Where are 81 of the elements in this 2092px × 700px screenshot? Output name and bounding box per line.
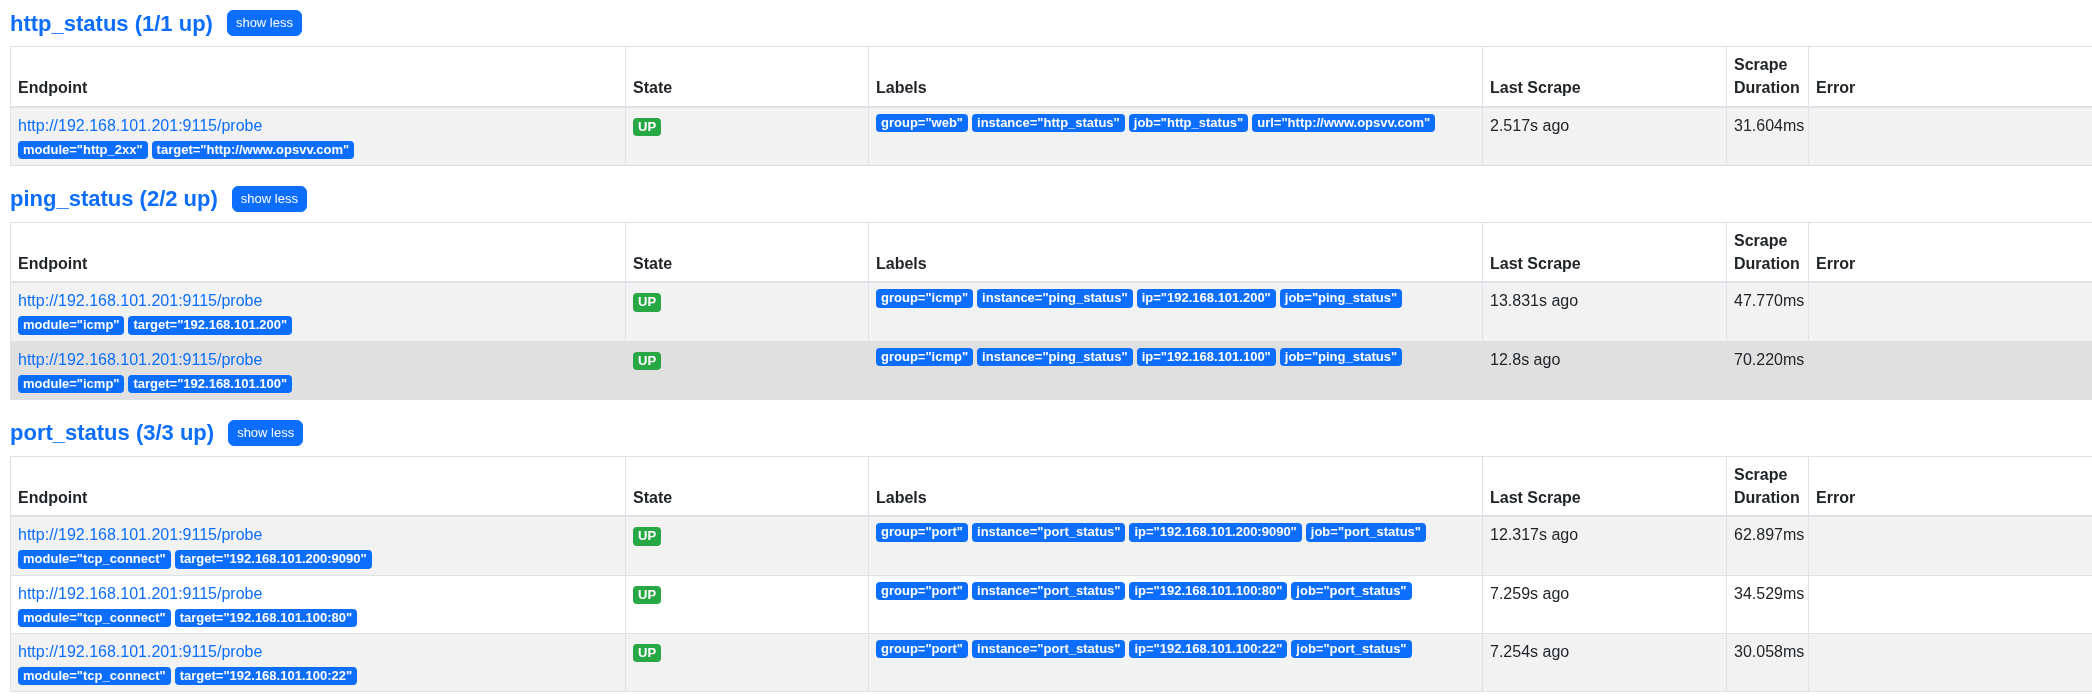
- column-header: Scrape Duration: [1726, 46, 1809, 107]
- label-tag: target="http://www.opsvv.com": [151, 140, 355, 159]
- label-tag: url="http://www.opsvv.com": [1252, 113, 1436, 132]
- table-cell: 7.254s ago: [1482, 633, 1727, 692]
- label-tag: ip="192.168.101.100:22": [1129, 640, 1288, 659]
- column-header: Endpoint: [10, 456, 626, 517]
- show-less-button[interactable]: show less: [228, 420, 304, 446]
- label-tag: module="icmp": [18, 374, 125, 393]
- label-tag: ip="192.168.101.200:9090": [1129, 523, 1302, 542]
- column-header: Scrape Duration: [1726, 456, 1809, 517]
- label-tag: instance="port_status": [972, 523, 1126, 542]
- label-tag: target="192.168.101.100:80": [174, 608, 358, 627]
- column-header: State: [625, 456, 869, 517]
- column-header: State: [625, 222, 869, 283]
- column-header: Labels: [868, 456, 1483, 517]
- state-tag: UP: [633, 585, 662, 604]
- label-tag: group="icmp": [876, 347, 974, 366]
- table-cell: 31.604ms: [1726, 106, 1809, 166]
- table-cell: 12.8s ago: [1482, 341, 1727, 400]
- table-cell: 70.220ms: [1726, 341, 1809, 400]
- label-tag: instance="http_status": [972, 113, 1125, 132]
- label-tag: module="http_2xx": [18, 140, 148, 159]
- label-tag: group="port": [876, 640, 968, 659]
- label-tag: ip="192.168.101.100:80": [1129, 581, 1288, 600]
- label-tag: instance="port_status": [972, 640, 1126, 659]
- label-tag: job="port_status": [1291, 640, 1412, 659]
- endpoint-link[interactable]: http://192.168.101.201:9115/probe: [18, 526, 263, 544]
- label-tag: job="http_status": [1128, 113, 1249, 132]
- label-tag: group="port": [876, 523, 968, 542]
- label-tag: ip="192.168.101.100": [1136, 347, 1276, 366]
- table-cell: 12.317s ago: [1482, 516, 1727, 576]
- group-title-link[interactable]: port_status (3/3 up): [10, 416, 215, 450]
- label-tag: module="tcp_connect": [18, 667, 171, 686]
- label-tag: instance="port_status": [972, 581, 1126, 600]
- column-header: Labels: [868, 46, 1483, 107]
- show-less-button[interactable]: show less: [226, 10, 302, 36]
- endpoint-link[interactable]: http://192.168.101.201:9115/probe: [18, 116, 263, 134]
- state-tag: UP: [633, 293, 662, 312]
- table-cell: 30.058ms: [1726, 633, 1809, 692]
- column-header: Last Scrape: [1482, 456, 1727, 517]
- label-tag: module="tcp_connect": [18, 608, 171, 627]
- show-less-button[interactable]: show less: [231, 186, 307, 212]
- label-tag: instance="ping_status": [977, 289, 1133, 308]
- state-tag: UP: [633, 117, 662, 136]
- endpoint-link[interactable]: http://192.168.101.201:9115/probe: [18, 350, 263, 368]
- group-title-link[interactable]: ping_status (2/2 up): [10, 182, 218, 216]
- endpoint-link[interactable]: http://192.168.101.201:9115/probe: [18, 292, 263, 310]
- label-tag: job="ping_status": [1279, 289, 1403, 308]
- label-tag: job="port_status": [1305, 523, 1426, 542]
- table-cell: 47.770ms: [1726, 282, 1809, 342]
- label-tag: target="192.168.101.200": [128, 316, 293, 335]
- state-tag: UP: [633, 351, 662, 370]
- table-cell: 34.529ms: [1726, 575, 1809, 634]
- label-tag: target="192.168.101.200:9090": [174, 550, 372, 569]
- label-tag: target="192.168.101.100": [128, 374, 293, 393]
- label-tag: job="port_status": [1291, 581, 1412, 600]
- column-header: Endpoint: [10, 46, 626, 107]
- table-cell: 62.897ms: [1726, 516, 1809, 576]
- state-tag: UP: [633, 644, 662, 663]
- column-header: Scrape Duration: [1726, 222, 1809, 283]
- label-tag: group="icmp": [876, 289, 974, 308]
- label-tag: target="192.168.101.100:22": [174, 667, 358, 686]
- column-header: State: [625, 46, 869, 107]
- table-cell: 13.831s ago: [1482, 282, 1727, 342]
- table-cell: 7.259s ago: [1482, 575, 1727, 634]
- table-cell: 2.517s ago: [1482, 106, 1727, 166]
- label-tag: group="web": [876, 113, 969, 132]
- column-header: Labels: [868, 222, 1483, 283]
- column-header: Last Scrape: [1482, 46, 1727, 107]
- state-tag: UP: [633, 527, 662, 546]
- label-tag: job="ping_status": [1279, 347, 1403, 366]
- label-tag: module="tcp_connect": [18, 550, 171, 569]
- column-header: Endpoint: [10, 222, 626, 283]
- group-title-link[interactable]: http_status (1/1 up): [10, 6, 213, 40]
- column-header: Last Scrape: [1482, 222, 1727, 283]
- endpoint-link[interactable]: http://192.168.101.201:9115/probe: [18, 643, 263, 660]
- label-tag: instance="ping_status": [977, 347, 1133, 366]
- label-tag: ip="192.168.101.200": [1136, 289, 1276, 308]
- endpoint-link[interactable]: http://192.168.101.201:9115/probe: [18, 584, 263, 602]
- label-tag: group="port": [876, 581, 968, 600]
- label-tag: module="icmp": [18, 316, 125, 335]
